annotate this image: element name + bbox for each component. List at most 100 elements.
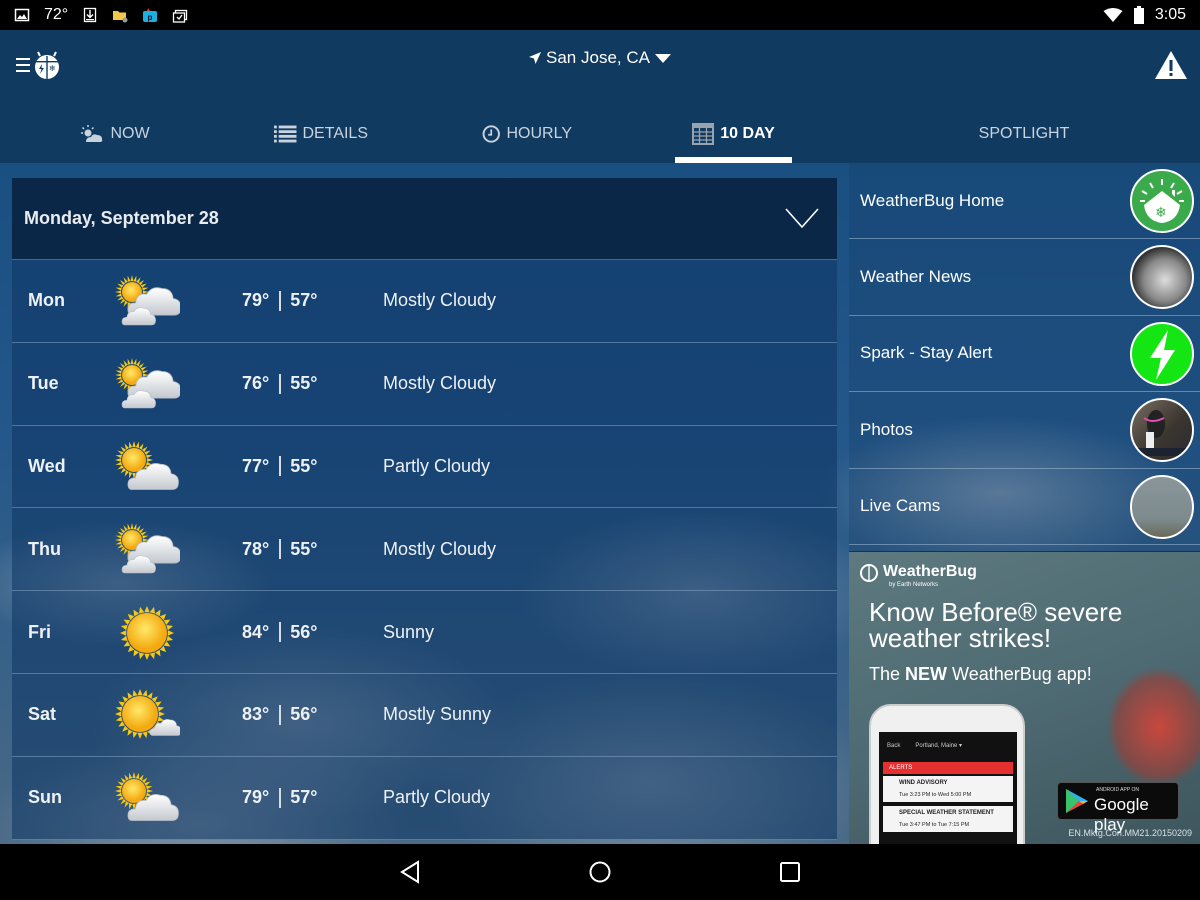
forecast-high: 84° — [242, 621, 270, 642]
home-icon[interactable] — [588, 860, 612, 884]
warning-icon — [1155, 51, 1187, 79]
svg-text:p: p — [148, 13, 153, 22]
spotlight-item-spark[interactable]: Spark - Stay Alert — [849, 316, 1200, 393]
weatherbug-home-icon: ❄ — [1130, 169, 1194, 233]
spotlight-item-photos[interactable]: Photos — [849, 392, 1200, 469]
forecast-low: 55° — [290, 373, 318, 394]
google-play-icon — [1066, 789, 1088, 813]
temp-divider — [279, 539, 282, 560]
download-icon — [84, 7, 97, 23]
tab-10-day-label: 10 DAY — [720, 125, 775, 142]
forecast-high: 77° — [242, 455, 270, 476]
chevron-down-icon[interactable] — [785, 208, 819, 228]
forecast-row-thu[interactable]: Thu 78° 55° Mostly Cloudy — [12, 508, 837, 592]
forecast-temps: 84° 56° — [242, 622, 317, 643]
forecast-row-tue[interactable]: Tue 76° 55° Mostly Cloudy — [12, 343, 837, 426]
forecast-row-fri[interactable]: Fri 84° 56° Sunny — [12, 591, 837, 674]
location-name: San Jose, CA — [546, 48, 650, 67]
forecast-high: 76° — [242, 373, 270, 394]
partly-cloudy-icon — [115, 771, 179, 821]
forecast-condition: Partly Cloudy — [383, 455, 491, 476]
forecast-high: 79° — [242, 787, 270, 808]
forecast-condition: Mostly Cloudy — [383, 290, 497, 311]
temp-divider — [279, 290, 282, 311]
status-temperature: 72° — [44, 6, 69, 23]
forecast-low: 56° — [290, 621, 318, 642]
forecast-row-sat[interactable]: Sat 83° 56° Mostly Sunny — [12, 674, 837, 757]
forecast-day: Sat — [28, 704, 57, 725]
temp-divider — [279, 373, 282, 394]
tab-spotlight-label: SPOTLIGHT — [978, 125, 1070, 142]
image-icon — [14, 8, 30, 22]
ten-day-forecast: Monday, September 28 Mon 79° 57° Mostly … — [12, 178, 837, 844]
calendar-grid-icon — [692, 123, 715, 145]
recents-icon[interactable] — [778, 860, 802, 884]
spotlight-label: Spark - Stay Alert — [860, 343, 993, 363]
tab-10-day[interactable]: 10 DAY — [675, 112, 792, 163]
forecast-temps: 76° 55° — [242, 373, 317, 394]
advertisement-banner[interactable]: WeatherBug by Earth Networks Know Before… — [849, 551, 1200, 844]
forecast-day: Mon — [28, 290, 65, 311]
photos-thumbnail — [1130, 398, 1194, 463]
forecast-day: Wed — [28, 455, 66, 476]
ad-logo: WeatherBug by Earth Networks — [859, 562, 977, 588]
sun-shape — [120, 606, 174, 661]
google-play-badge[interactable]: ANDROID APP ON Google play — [1057, 782, 1179, 834]
forecast-row-wed[interactable]: Wed 77° 55° Partly Cloudy — [12, 426, 837, 509]
weatherbug-logo-icon — [860, 564, 878, 582]
tab-now-label: NOW — [110, 125, 150, 142]
status-time: 3:05 — [1154, 6, 1186, 23]
forecast-temps: 78° 55° — [242, 539, 317, 560]
tab-details[interactable]: DETAILS — [274, 112, 368, 156]
spotlight-panel: WeatherBug Home ❄ Weather News Spark - S… — [849, 163, 1200, 551]
mostly-sunny-icon — [115, 688, 180, 739]
forecast-low: 57° — [290, 290, 318, 311]
battery-icon — [1133, 6, 1144, 24]
forecast-condition: Partly Cloudy — [383, 787, 491, 808]
forecast-condition: Mostly Cloudy — [383, 373, 497, 394]
mostly-cloudy-icon — [115, 357, 180, 409]
dropdown-triangle-icon — [654, 54, 671, 63]
spotlight-label: WeatherBug Home — [860, 190, 1005, 210]
spotlight-item-live-cams[interactable]: Live Cams — [849, 469, 1200, 545]
forecast-condition: Sunny — [383, 621, 435, 642]
forecast-condition: Mostly Cloudy — [383, 538, 497, 559]
temp-divider — [279, 456, 282, 477]
partly-cloudy-icon — [115, 440, 179, 490]
clipboard-check-icon — [173, 9, 188, 23]
tab-spotlight[interactable]: SPOTLIGHT — [960, 112, 1088, 156]
spotlight-label: Weather News — [860, 267, 972, 287]
location-arrow-icon — [529, 52, 542, 64]
lightning-bolt-icon — [1130, 321, 1194, 386]
forecast-high: 83° — [242, 704, 270, 725]
date-header[interactable]: Monday, September 28 — [12, 178, 837, 260]
mostly-cloudy-icon — [115, 523, 180, 574]
forecast-day: Thu — [28, 538, 61, 559]
forecast-day: Fri — [28, 621, 52, 642]
ad-headline: Know Before® severe weather strikes! — [869, 597, 1123, 653]
back-icon[interactable] — [398, 860, 422, 884]
forecast-temps: 79° 57° — [242, 787, 317, 808]
forecast-row-sun[interactable]: Sun 79° 57° Partly Cloudy — [12, 757, 837, 840]
alerts-button[interactable] — [1154, 50, 1188, 85]
sunny-icon — [120, 606, 174, 661]
temp-divider — [279, 787, 282, 808]
spotlight-item-weather-news[interactable]: Weather News — [849, 239, 1200, 316]
forecast-row-mon[interactable]: Mon 79° 57° Mostly Cloudy — [12, 260, 837, 343]
spotlight-item-weatherbug-home[interactable]: WeatherBug Home ❄ — [849, 163, 1200, 240]
forecast-low: 57° — [290, 787, 318, 808]
forecast-temps: 79° 57° — [242, 290, 317, 311]
forecast-temps: 83° 56° — [242, 704, 317, 725]
tab-now[interactable]: NOW — [80, 112, 150, 156]
tab-hourly-label: HOURLY — [506, 125, 573, 142]
status-bar: 72° p 3:05 — [0, 0, 1200, 30]
location-selector[interactable]: San Jose, CA — [0, 48, 1200, 68]
date-header-title: Monday, September 28 — [24, 208, 219, 228]
forecast-temps: 77° 55° — [242, 456, 317, 477]
forecast-high: 79° — [242, 290, 270, 311]
forecast-day: Tue — [28, 373, 59, 394]
tab-hourly[interactable]: HOURLY — [482, 112, 572, 156]
clock-icon — [482, 125, 500, 143]
svg-text:❄: ❄ — [1155, 205, 1167, 221]
spotlight-label: Live Cams — [860, 496, 941, 516]
